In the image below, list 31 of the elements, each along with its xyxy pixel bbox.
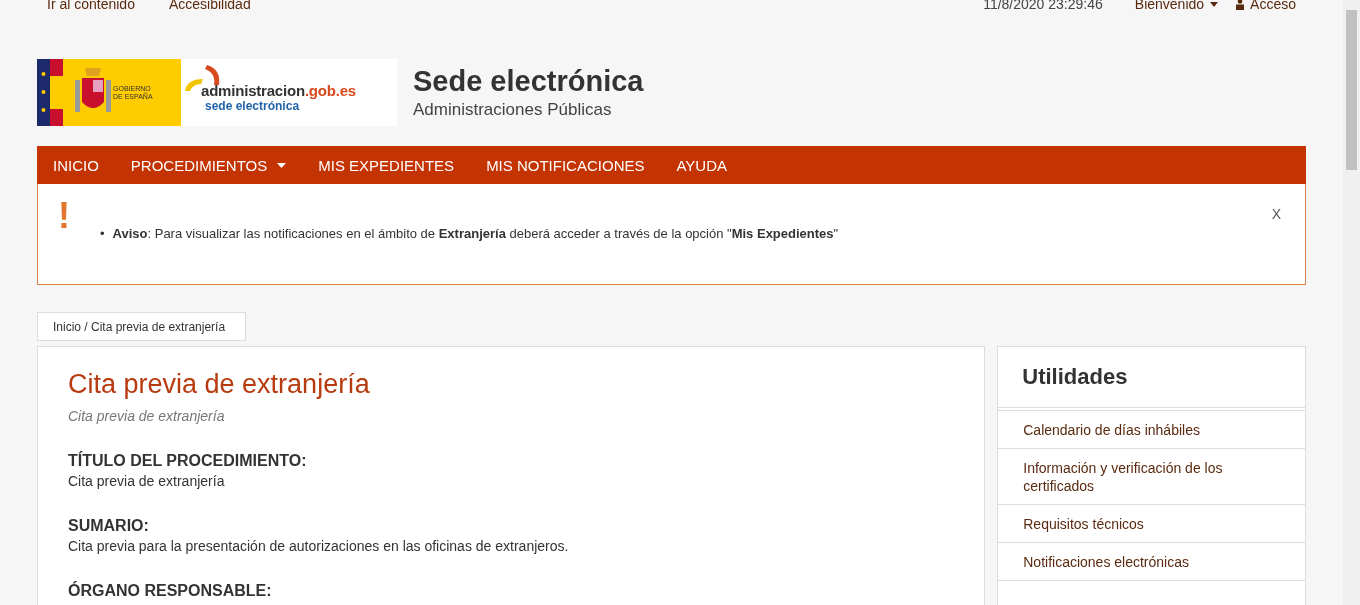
alert-icon: ! <box>58 198 70 284</box>
caret-icon <box>1210 1 1219 7</box>
utility-link[interactable]: Información y verificación de los certificados <box>998 449 1305 505</box>
page-title: Cita previa de extranjería <box>68 369 371 400</box>
section-text: Cita previa de extranjería <box>68 473 226 489</box>
login-link[interactable]: Acceso <box>1236 0 1296 10</box>
alert-text: Aviso: Para visualizar las notificaciones en el ámbito de Extranjería deberá acceder a través de la opción "Mis Expedientes" <box>112 226 839 242</box>
section-text: Cita previa para la presentación de autorizaciones en las oficinas de extranjeros. <box>68 538 570 554</box>
nav-item[interactable]: MIS EXPEDIENTES <box>302 146 471 184</box>
utility-link[interactable]: Requisitos técnicos <box>998 505 1305 543</box>
page-subtitle: Cita previa de extranjería <box>68 408 226 424</box>
user-icon <box>1236 0 1245 10</box>
panel-title: Utilidades <box>998 347 1305 411</box>
nav-item[interactable]: PROCEDIMIENTOS <box>114 146 303 184</box>
nav-item[interactable]: INICIO <box>37 146 115 184</box>
site-subtitle: Administraciones Públicas <box>413 100 613 120</box>
site-title: Sede electrónica <box>413 65 644 98</box>
section-heading: SUMARIO: <box>68 517 150 535</box>
nav-item[interactable]: AYUDA <box>660 146 744 184</box>
scrollbar[interactable] <box>1343 0 1360 605</box>
utility-link[interactable]: Calendario de días inhábiles <box>998 411 1305 449</box>
bullet: • <box>100 226 105 242</box>
section-heading: ÓRGANO RESPONSABLE: <box>68 582 273 600</box>
section-heading: TÍTULO DEL PROCEDIMIENTO: <box>68 452 308 470</box>
breadcrumb[interactable]: Inicio / Cita previa de extranjería <box>37 312 246 341</box>
utility-link[interactable]: Notificaciones electrónicas <box>998 543 1305 581</box>
caret-icon <box>277 162 287 168</box>
nav-item[interactable]: MIS NOTIFICACIONES <box>470 146 661 184</box>
scrollbar-thumb[interactable] <box>1346 10 1357 170</box>
close-button[interactable]: X <box>1271 206 1281 222</box>
administration-logo: administracion.gob.es sede electrónica <box>181 59 397 126</box>
